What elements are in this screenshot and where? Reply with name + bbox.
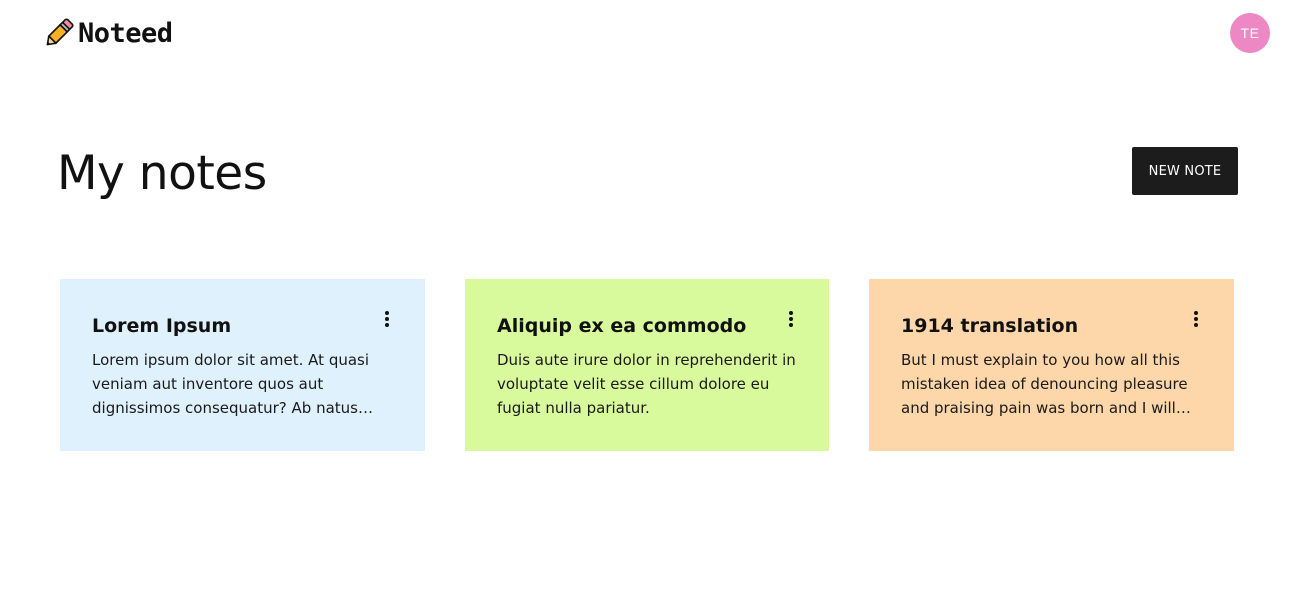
menu-dot [789, 323, 793, 327]
menu-dot [1194, 323, 1198, 327]
user-avatar[interactable]: TE [1230, 13, 1270, 53]
more-vertical-icon[interactable] [375, 307, 399, 331]
menu-dot [385, 311, 389, 315]
note-card[interactable]: 1914 translation But I must explain to y… [869, 279, 1234, 451]
more-vertical-icon[interactable] [1184, 307, 1208, 331]
note-title: 1914 translation [901, 315, 1079, 337]
new-note-button[interactable]: NEW NOTE [1132, 147, 1238, 195]
note-card[interactable]: Lorem Ipsum Lorem ipsum dolor sit amet. … [60, 279, 425, 451]
app-logo[interactable]: Noteed [40, 16, 173, 52]
menu-dot [789, 317, 793, 321]
note-card[interactable]: Aliquip ex ea commodo Duis aute irure do… [465, 279, 829, 451]
notes-grid: Lorem Ipsum Lorem ipsum dolor sit amet. … [60, 279, 1235, 451]
menu-dot [1194, 317, 1198, 321]
menu-dot [1194, 311, 1198, 315]
note-body: But I must explain to you how all this m… [901, 351, 1188, 417]
menu-dot [385, 323, 389, 327]
pencil-icon [40, 16, 76, 52]
menu-dot [789, 311, 793, 315]
note-body: Duis aute irure dolor in reprehenderit i… [497, 351, 796, 417]
note-title: Lorem Ipsum [92, 315, 232, 337]
app-name: Noteed [78, 18, 173, 49]
app-header: Noteed TE [0, 0, 1297, 68]
menu-dot [385, 317, 389, 321]
more-vertical-icon[interactable] [779, 307, 803, 331]
note-title: Aliquip ex ea commodo [497, 315, 747, 337]
page-title: My notes [57, 146, 267, 201]
note-body: Lorem ipsum dolor sit amet. At quasi ven… [92, 351, 370, 417]
